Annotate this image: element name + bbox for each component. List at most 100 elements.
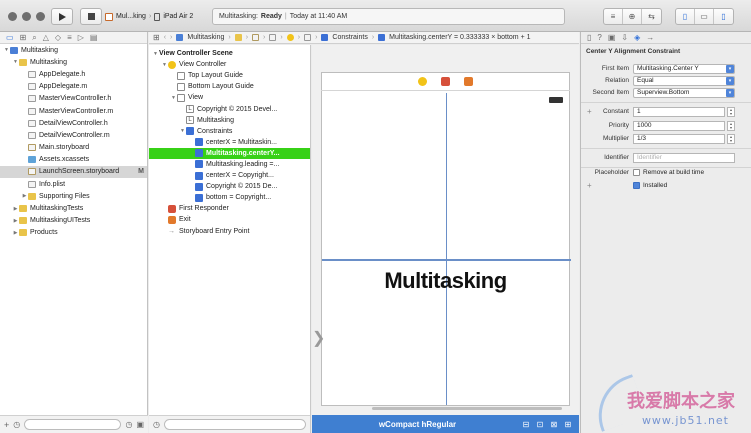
file-tree-row[interactable]: ▶ MultitaskingTests [0,202,147,214]
crumb-project[interactable]: Multitasking [187,34,224,41]
constant-stepper[interactable]: ▴ ▾ [727,106,735,117]
file-tree-row[interactable]: DetailViewController.m [0,129,147,141]
disclosure-open-icon[interactable]: ▼ [161,62,168,68]
outline-row[interactable]: centerX = Multitaskin... [149,137,310,148]
add-variation-icon[interactable]: + [587,181,592,190]
file-tree-row[interactable]: AppDelegate.m [0,81,147,93]
utilities-toggle-icon[interactable]: ▯ [714,9,733,24]
outline-row[interactable]: ▼ View Controller [149,59,310,70]
scene-view[interactable]: Multitasking [321,72,571,406]
view-controller-dock-icon[interactable] [418,76,427,86]
disclosure-open-icon[interactable]: ▼ [3,47,10,53]
second-item-popup[interactable]: Superview.Bottom ▾ [633,87,735,98]
identity-icon[interactable]: ▣ [608,33,616,42]
issue-icon[interactable]: △ [43,33,49,42]
outline-row[interactable]: L Copyright © 2015 Devel... [149,103,310,114]
back-icon[interactable]: ‹ [164,34,166,41]
filter-icon[interactable]: ◷ [153,420,160,429]
size-inspector-icon[interactable]: ◈ [634,33,640,42]
add-variation-icon[interactable]: + [587,107,592,116]
debug-area-toggle-icon[interactable]: ▭ [695,9,714,24]
minimize-window-button[interactable] [22,12,31,21]
related-items-icon[interactable]: ⊞ [153,33,160,42]
outline-filter-field[interactable] [163,419,306,430]
outline-row[interactable]: Multitasking.leading =... [149,159,310,170]
clock-icon[interactable]: ◷ [13,420,20,429]
symbol-icon[interactable]: ⊞ [20,33,27,42]
add-icon[interactable]: + [4,420,9,430]
disclosure-open-icon[interactable]: ▼ [179,128,186,134]
run-button[interactable] [51,8,73,25]
multiplier-field[interactable]: 1/3 [633,133,725,144]
scm-icon[interactable]: ▣ [136,420,144,429]
outline-row[interactable]: First Responder [149,203,310,214]
close-window-button[interactable] [8,12,17,21]
file-tree-row[interactable]: ▼ Multitasking [0,56,147,68]
outline-row[interactable]: ▼ Constraints [149,126,310,137]
crumb-constraints[interactable]: Constraints [332,34,367,41]
remove-at-build-checkbox[interactable] [633,169,640,176]
recent-icon[interactable]: ◷ [125,420,132,429]
file-tree-row[interactable]: ▶ Supporting Files [0,190,147,202]
file-tree-row[interactable]: Main.storyboard [0,142,147,154]
disclosure-closed-icon[interactable]: ▶ [21,193,28,199]
align-icon[interactable]: ⊟ [519,420,533,429]
navigator-toggle-icon[interactable]: ▯ [676,9,695,24]
pin-icon[interactable]: ⊡ [533,420,547,429]
outline-row[interactable]: Exit [149,214,310,225]
relation-popup[interactable]: Equal ▾ [633,75,735,86]
file-tree-row[interactable]: Info.plist [0,178,147,190]
outline-row[interactable]: Top Layout Guide [149,70,310,81]
forward-icon[interactable]: › [170,34,172,41]
file-inspector-icon[interactable]: ▯ [587,33,591,42]
navigator-filter-field[interactable] [24,419,122,430]
outline-row[interactable]: Multitasking.centerY... [149,147,310,159]
priority-stepper[interactable]: ▴ ▾ [727,120,735,131]
priority-field[interactable]: 1000 [633,120,725,131]
disclosure-open-icon[interactable]: ▼ [12,59,19,65]
device-name[interactable]: iPad Air 2 [163,13,193,20]
exit-dock-icon[interactable] [464,76,473,86]
installed-checkbox[interactable] [633,182,640,189]
disclosure-open-icon[interactable]: ▼ [152,51,159,57]
resizing-icon[interactable]: ⊞ [561,420,575,429]
outline-row[interactable]: centerX = Copyright... [149,170,310,181]
file-tree-row[interactable]: MasterViewController.h [0,93,147,105]
disclosure-closed-icon[interactable]: ▶ [12,230,19,236]
search-icon[interactable]: ⌕ [32,33,36,42]
file-tree-row[interactable]: ▶ Products [0,227,147,239]
resolve-icon[interactable]: ⊠ [547,420,561,429]
storyboard-icon[interactable] [252,34,260,41]
breakpoint-icon[interactable]: ▷ [78,33,84,42]
stop-button[interactable] [80,8,102,25]
report-icon[interactable]: ▤ [90,33,98,42]
folder-icon[interactable] [234,34,242,41]
file-tree-row[interactable]: ▶ MultitaskingUITests [0,215,147,227]
zoom-window-button[interactable] [36,12,45,21]
standard-editor-icon[interactable]: ≡ [604,9,623,24]
outline-row[interactable]: bottom = Copyright... [149,192,310,203]
folder-icon[interactable]: ▭ [6,33,14,42]
connections-icon[interactable]: → [646,33,654,42]
disclosure-closed-icon[interactable]: ▶ [12,206,19,212]
entry-point-arrow-icon[interactable]: ❯ [312,328,325,348]
file-tree-row[interactable]: DetailViewController.h [0,117,147,129]
view-controller-icon[interactable] [286,34,294,41]
crumb-current[interactable]: Multitasking.centerY = 0.333333 × bottom… [389,34,530,41]
outline-row[interactable]: ▼ View [149,92,310,103]
size-class-label[interactable]: wCompact hRegular [316,420,519,429]
constant-field[interactable]: 1 [633,106,725,117]
outline-row[interactable]: → Storyboard Entry Point [149,226,310,237]
file-tree-row[interactable]: LaunchScreen.storyboard M [0,165,147,179]
disclosure-open-icon[interactable]: ▼ [170,95,177,101]
test-icon[interactable]: ◇ [55,33,61,42]
disclosure-closed-icon[interactable]: ▶ [12,218,19,224]
horizontal-scrollbar[interactable] [372,407,562,410]
identifier-field[interactable]: Identifier [633,152,735,163]
first-responder-dock-icon[interactable] [441,76,450,86]
outline-row[interactable]: Copyright © 2015 De... [149,181,310,192]
scene-icon[interactable] [269,34,277,41]
outline-row[interactable]: ▼ View Controller Scene [149,48,310,59]
storyboard-canvas[interactable]: Multitasking ❯ wCompact hRegular ⊟ ⊡ ⊠ ⊞ [312,45,579,433]
file-tree-row[interactable]: ▼ Multitasking [0,44,147,56]
